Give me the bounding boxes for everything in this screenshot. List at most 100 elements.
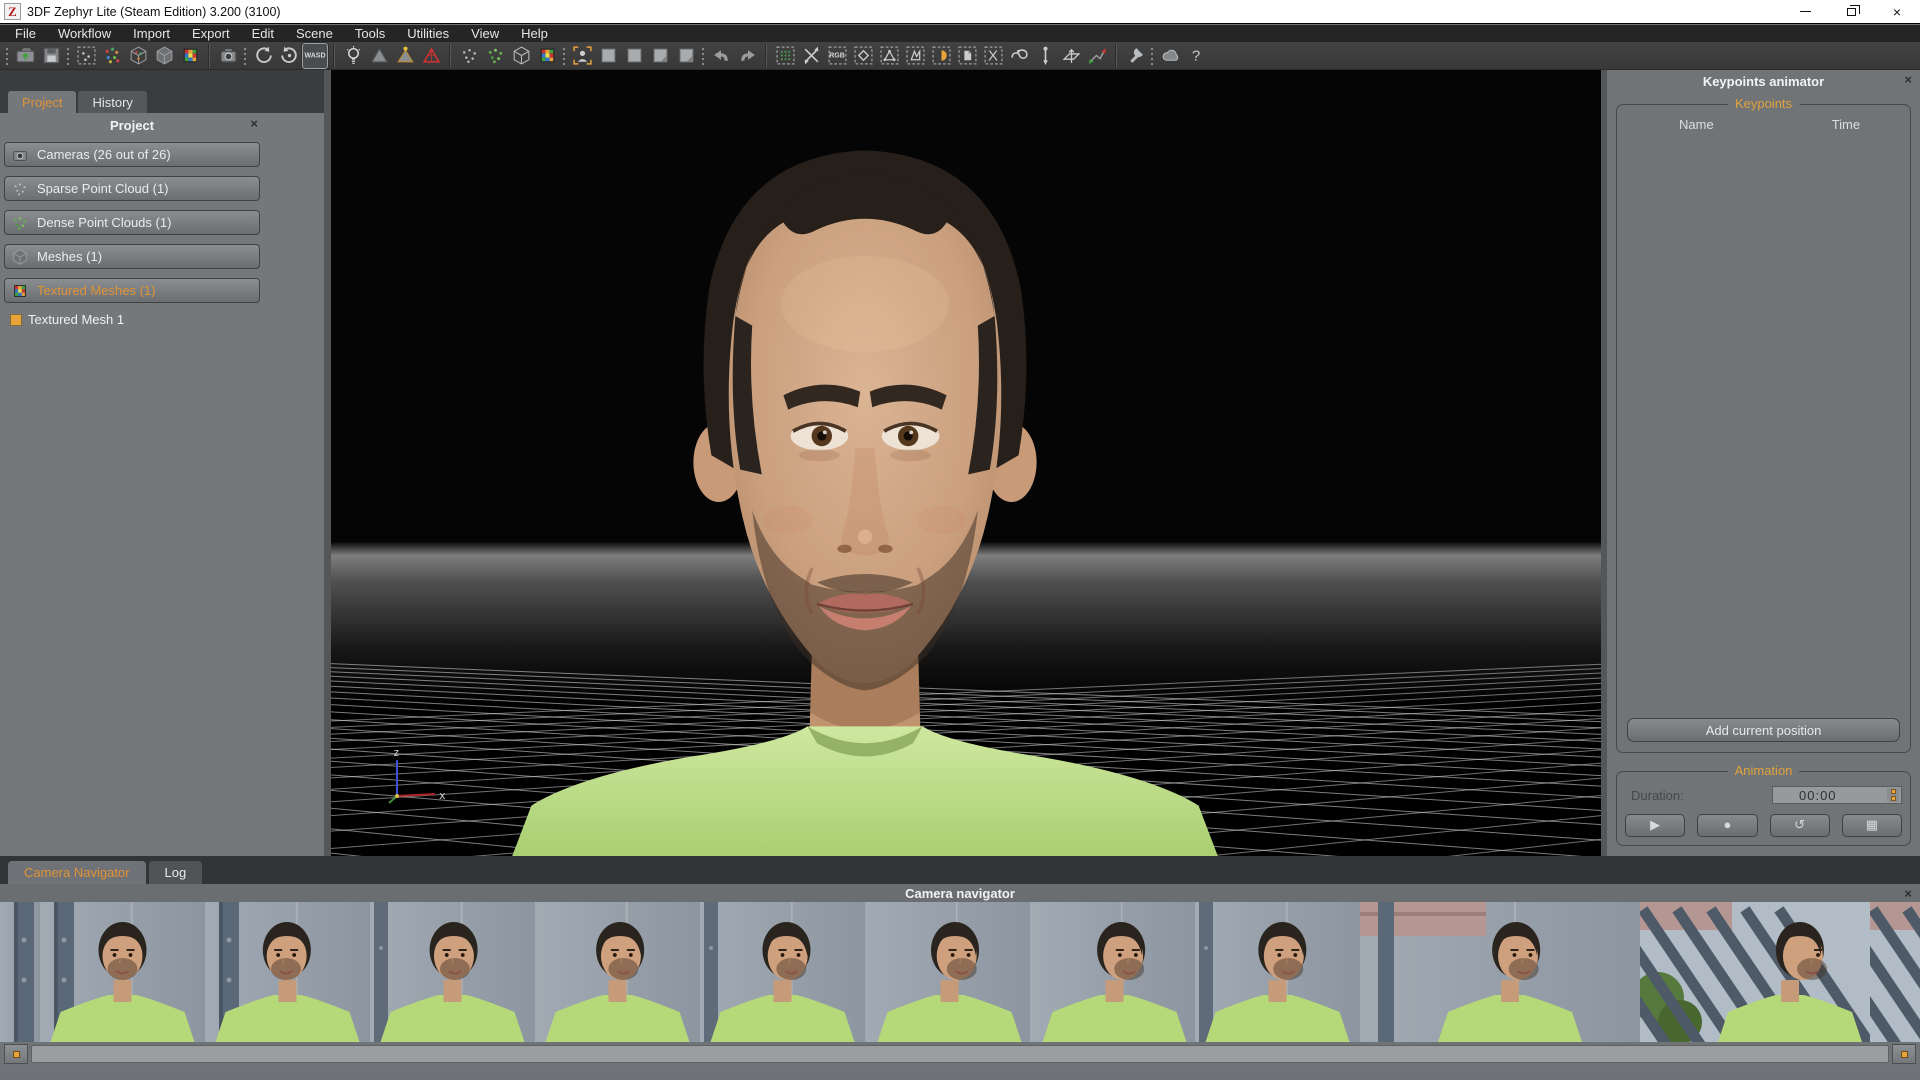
workspace-panel-2-icon[interactable]: [621, 43, 647, 69]
open-project-icon[interactable]: [12, 43, 38, 69]
dense-cloud-generation-icon[interactable]: [125, 43, 151, 69]
help-icon[interactable]: ?: [1183, 43, 1209, 69]
menu-scene[interactable]: Scene: [285, 25, 344, 42]
plane-editing-icon[interactable]: [1058, 43, 1084, 69]
scroll-left-button[interactable]: [4, 1044, 28, 1064]
cloud-tools-icon[interactable]: [1157, 43, 1183, 69]
menu-export[interactable]: Export: [181, 25, 241, 42]
camera-thumbnail-4[interactable]: [370, 902, 535, 1042]
project-item-sparse-point-cloud-1[interactable]: Sparse Point Cloud (1): [4, 176, 260, 201]
rotate-view-cw-icon[interactable]: [276, 43, 302, 69]
export-video-button[interactable]: ▦: [1842, 814, 1902, 837]
screenshot-camera-icon[interactable]: [215, 43, 241, 69]
show-dense-cloud-icon[interactable]: [482, 43, 508, 69]
select-triangle-icon[interactable]: [876, 43, 902, 69]
camera-thumbnail-11[interactable]: [1640, 902, 1870, 1042]
camera-thumbnail-6[interactable]: [700, 902, 865, 1042]
mesh-extraction-icon[interactable]: [151, 43, 177, 69]
select-rectangle-icon[interactable]: [850, 43, 876, 69]
select-cut-icon[interactable]: [798, 43, 824, 69]
project-item-dense-point-clouds-1[interactable]: Dense Point Clouds (1): [4, 210, 260, 235]
toolbar-drag-handle[interactable]: [4, 46, 11, 66]
toolbar-drag-handle[interactable]: [65, 46, 72, 66]
tab-project[interactable]: Project: [8, 91, 76, 113]
camera-thumbnail-9[interactable]: [1195, 902, 1360, 1042]
record-button[interactable]: ●: [1697, 814, 1757, 837]
toolbar-drag-handle[interactable]: [242, 46, 249, 66]
redo-icon[interactable]: [734, 43, 760, 69]
show-textured-mesh-icon[interactable]: [534, 43, 560, 69]
new-project-icon[interactable]: [73, 43, 99, 69]
menu-import[interactable]: Import: [122, 25, 181, 42]
menu-tools[interactable]: Tools: [344, 25, 396, 42]
project-item-meshes-1[interactable]: Meshes (1): [4, 244, 260, 269]
duration-field[interactable]: 00:00: [1772, 786, 1902, 804]
toolbar-drag-handle[interactable]: [700, 46, 707, 66]
spinner-down-icon[interactable]: [1891, 796, 1896, 801]
pin-control-point-icon[interactable]: [1032, 43, 1058, 69]
camera-thumbnail-2[interactable]: [40, 902, 205, 1042]
menu-file[interactable]: File: [4, 25, 47, 42]
undo-icon[interactable]: [708, 43, 734, 69]
spinner-up-icon[interactable]: [1891, 789, 1896, 794]
toolbar-drag-handle[interactable]: [1149, 46, 1156, 66]
toolbar-drag-handle[interactable]: [561, 46, 568, 66]
menu-view[interactable]: View: [460, 25, 510, 42]
wasd-navigation-icon[interactable]: WASD: [302, 43, 328, 69]
delete-selection-icon[interactable]: X: [980, 43, 1006, 69]
project-item-cameras-26-out-of-26[interactable]: Cameras (26 out of 26): [4, 142, 260, 167]
show-sparse-cloud-icon[interactable]: [456, 43, 482, 69]
left-splitter[interactable]: [324, 70, 331, 856]
scroll-right-button[interactable]: [1892, 1044, 1916, 1064]
menu-help[interactable]: Help: [510, 25, 559, 42]
show-mesh-icon[interactable]: [508, 43, 534, 69]
rotate-view-ccw-icon[interactable]: [250, 43, 276, 69]
play-button[interactable]: ▶: [1625, 814, 1685, 837]
lasso-select-icon[interactable]: [1006, 43, 1032, 69]
project-panel-close-icon[interactable]: ×: [250, 116, 258, 131]
camera-navigator-close-icon[interactable]: ×: [1904, 886, 1912, 901]
sparse-cloud-generation-icon[interactable]: [99, 43, 125, 69]
select-by-grid-icon[interactable]: [772, 43, 798, 69]
camera-thumbnail-10[interactable]: [1360, 902, 1640, 1042]
keypoints-list[interactable]: [1617, 136, 1910, 712]
camera-thumbnail-5[interactable]: [535, 902, 700, 1042]
camera-thumbnail-7[interactable]: [865, 902, 1030, 1042]
camera-thumbnail-3[interactable]: [205, 902, 370, 1042]
settings-wrench-icon[interactable]: [1122, 43, 1148, 69]
project-item-textured-meshes-1[interactable]: Textured Meshes (1): [4, 278, 260, 303]
viewport-3d[interactable]: z x: [331, 70, 1601, 856]
menu-workflow[interactable]: Workflow: [47, 25, 122, 42]
select-by-color-icon[interactable]: RGB: [824, 43, 850, 69]
select-polyline-icon[interactable]: [902, 43, 928, 69]
duration-spinner[interactable]: [1887, 788, 1899, 802]
tab-camera-navigator[interactable]: Camera Navigator: [8, 861, 146, 884]
workspace-panel-3-icon[interactable]: [647, 43, 673, 69]
menu-edit[interactable]: Edit: [241, 25, 285, 42]
textured-mesh-generation-icon[interactable]: [177, 43, 203, 69]
thumbnail-scrollbar[interactable]: [0, 1042, 1920, 1066]
crop-selection-person-icon[interactable]: [569, 43, 595, 69]
camera-thumbnail-1[interactable]: [0, 902, 40, 1042]
add-current-position-button[interactable]: Add current position: [1627, 718, 1900, 742]
select-circle-icon[interactable]: [928, 43, 954, 69]
select-plane-icon[interactable]: [954, 43, 980, 69]
loop-button[interactable]: ↺: [1770, 814, 1830, 837]
keypoints-animator-close-icon[interactable]: ×: [1904, 72, 1912, 87]
render-textured-icon[interactable]: [392, 43, 418, 69]
restore-button[interactable]: [1828, 0, 1874, 23]
scrollbar-track[interactable]: [31, 1045, 1889, 1063]
workspace-panel-1-icon[interactable]: [595, 43, 621, 69]
tab-history[interactable]: History: [78, 91, 146, 113]
minimize-button[interactable]: [1782, 0, 1828, 23]
lighting-toggle-icon[interactable]: [340, 43, 366, 69]
close-button[interactable]: ×: [1874, 0, 1920, 23]
menu-utilities[interactable]: Utilities: [396, 25, 460, 42]
project-item-textured-mesh-1[interactable]: Textured Mesh 1: [10, 312, 268, 327]
render-wireframe-icon[interactable]: [418, 43, 444, 69]
camera-thumbnail-12[interactable]: [1870, 902, 1920, 1042]
render-solid-icon[interactable]: [366, 43, 392, 69]
tab-log[interactable]: Log: [149, 861, 203, 884]
workspace-panel-4-icon[interactable]: [673, 43, 699, 69]
camera-thumbnail-8[interactable]: [1030, 902, 1195, 1042]
